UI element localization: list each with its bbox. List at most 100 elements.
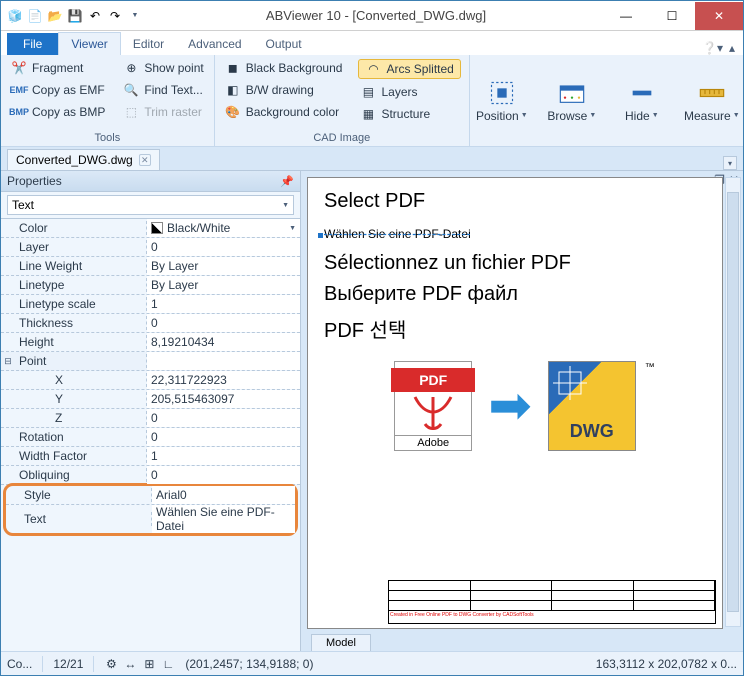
prop-z-key: Z <box>15 411 147 425</box>
measure-icon <box>698 79 726 107</box>
prop-color-value[interactable]: Black/White▼ <box>147 219 300 237</box>
properties-grid: ColorBlack/White▼ Layer0 Line WeightBy L… <box>1 219 300 651</box>
pin-icon[interactable]: 📌 <box>280 175 294 188</box>
properties-type-value: Text <box>12 198 34 212</box>
window-title: ABViewer 10 - [Converted_DWG.dwg] <box>149 8 603 23</box>
prop-linetype-scale-value[interactable]: 1 <box>147 295 300 313</box>
status-icons: ⚙ ↔ ⊞ ∟ <box>104 657 175 671</box>
properties-header: Properties 📌 <box>1 171 300 192</box>
copy-emf-button[interactable]: EMFCopy as EMF <box>9 81 107 99</box>
group-label-cad: CAD Image <box>223 130 461 144</box>
document-tab[interactable]: Converted_DWG.dwg ✕ <box>7 149 160 170</box>
redo-icon[interactable]: ↷ <box>107 8 123 24</box>
doctab-dropdown-icon[interactable]: ▾ <box>723 156 737 170</box>
position-icon <box>488 79 516 107</box>
prop-linetype-scale-key: Linetype scale <box>15 297 147 311</box>
prop-linetype-value[interactable]: By Layer <box>147 276 300 294</box>
arrow-icon: ➡ <box>488 376 532 436</box>
drawing-canvas[interactable]: Select PDF Wählen Sie eine PDF-Datei Sél… <box>307 177 723 629</box>
vertical-scrollbar[interactable] <box>725 177 741 627</box>
save-icon[interactable]: 💾 <box>67 8 83 24</box>
prop-thickness-value[interactable]: 0 <box>147 314 300 332</box>
tab-viewer[interactable]: Viewer <box>58 32 120 55</box>
position-button[interactable]: Position▼ <box>474 59 530 142</box>
maximize-button[interactable]: ☐ <box>649 2 695 30</box>
prop-obliquing-value[interactable]: 0 <box>147 466 300 484</box>
file-tab[interactable]: File <box>7 33 58 55</box>
chevron-down-icon: ▼ <box>282 202 289 209</box>
ribbon-group-cad: ◼Black Background ◧B/W drawing 🎨Backgrou… <box>215 55 470 146</box>
hide-icon <box>628 79 656 107</box>
prop-text-value[interactable]: Wählen Sie eine PDF-Datei <box>152 505 295 533</box>
highlighted-props: StyleArial0 TextWählen Sie eine PDF-Date… <box>3 483 298 536</box>
prop-lineweight-value[interactable]: By Layer <box>147 257 300 275</box>
search-icon: 🔍 <box>123 82 139 98</box>
document-tab-row: Converted_DWG.dwg ✕ ▾ <box>1 147 743 171</box>
browse-icon <box>558 79 586 107</box>
canvas-text-4: Выберите PDF файл <box>324 283 706 306</box>
tab-output[interactable]: Output <box>254 33 314 55</box>
prop-x-value[interactable]: 22,311722923 <box>147 371 300 389</box>
open-icon[interactable]: 📂 <box>47 8 63 24</box>
properties-type-select[interactable]: Text ▼ <box>7 195 294 215</box>
find-text-button[interactable]: 🔍Find Text... <box>121 81 205 99</box>
prop-x-key: X <box>15 373 147 387</box>
measure-button[interactable]: Measure▼ <box>684 59 740 142</box>
prop-style-key: Style <box>20 488 152 502</box>
ribbon-group-tools: ✂️Fragment EMFCopy as EMF BMPCopy as BMP… <box>1 55 215 146</box>
prop-y-value[interactable]: 205,515463097 <box>147 390 300 408</box>
group-label-tools: Tools <box>9 130 206 144</box>
prop-z-value[interactable]: 0 <box>147 409 300 427</box>
fragment-icon: ✂️ <box>11 60 27 76</box>
structure-icon: ▦ <box>360 106 376 122</box>
status-count: 12/21 <box>53 657 83 671</box>
prop-layer-key: Layer <box>15 240 147 254</box>
close-button[interactable]: ✕ <box>695 2 743 30</box>
pdf-icon: PDF Adobe <box>394 361 472 451</box>
show-point-button[interactable]: ⊕Show point <box>121 59 205 77</box>
trim-icon: ⬚ <box>123 104 139 120</box>
canvas-text-5: PDF 선택 <box>324 314 706 343</box>
collapse-icon[interactable]: ⊟ <box>1 356 15 367</box>
status-bar: Co... 12/21 ⚙ ↔ ⊞ ∟ (201,2457; 134,9188;… <box>1 651 743 675</box>
qat-dropdown-icon[interactable]: ▼ <box>127 8 143 24</box>
canvas-text-3: Sélectionnez un fichier PDF <box>324 252 706 275</box>
prop-height-value[interactable]: 8,19210434 <box>147 333 300 351</box>
properties-panel: Properties 📌 Text ▼ ColorBlack/White▼ La… <box>1 171 301 651</box>
browse-button[interactable]: Browse▼ <box>544 59 600 142</box>
status-icon-1[interactable]: ⚙ <box>104 657 118 671</box>
prop-linetype-key: Linetype <box>15 278 147 292</box>
hide-button[interactable]: Hide▼ <box>614 59 670 142</box>
emf-icon: EMF <box>11 82 27 98</box>
tab-editor[interactable]: Editor <box>121 33 176 55</box>
bw-icon: ◧ <box>225 82 241 98</box>
structure-button[interactable]: ▦Structure <box>358 105 460 123</box>
tab-advanced[interactable]: Advanced <box>176 33 253 55</box>
fragment-button[interactable]: ✂️Fragment <box>9 59 107 77</box>
prop-layer-value[interactable]: 0 <box>147 238 300 256</box>
arcs-splitted-button[interactable]: ◠Arcs Splitted <box>358 59 460 79</box>
new-icon[interactable]: 📄 <box>27 8 43 24</box>
main-area: Properties 📌 Text ▼ ColorBlack/White▼ La… <box>1 171 743 651</box>
minimize-button[interactable]: — <box>603 2 649 30</box>
window-buttons: — ☐ ✕ <box>603 2 743 30</box>
prop-rotation-value[interactable]: 0 <box>147 428 300 446</box>
bw-drawing-button[interactable]: ◧B/W drawing <box>223 81 345 99</box>
bmp-icon: BMP <box>11 104 27 120</box>
layers-button[interactable]: ▤Layers <box>358 83 460 101</box>
close-doc-icon[interactable]: ✕ <box>139 154 151 166</box>
status-icon-4[interactable]: ∟ <box>161 657 175 671</box>
arc-icon: ◠ <box>365 61 381 77</box>
copy-bmp-button[interactable]: BMPCopy as BMP <box>9 103 107 121</box>
help-dropdown-icon[interactable]: ❔▾ <box>702 41 723 55</box>
prop-style-value[interactable]: Arial0 <box>152 486 295 504</box>
status-icon-3[interactable]: ⊞ <box>142 657 156 671</box>
prop-widthfactor-value[interactable]: 1 <box>147 447 300 465</box>
black-bg-button[interactable]: ◼Black Background <box>223 59 345 77</box>
status-command: Co... <box>7 657 32 671</box>
undo-icon[interactable]: ↶ <box>87 8 103 24</box>
bg-color-button[interactable]: 🎨Background color <box>223 103 345 121</box>
model-tab[interactable]: Model <box>311 634 371 651</box>
ribbon-minimize-icon[interactable]: ▴ <box>729 41 735 55</box>
status-icon-2[interactable]: ↔ <box>123 657 137 671</box>
